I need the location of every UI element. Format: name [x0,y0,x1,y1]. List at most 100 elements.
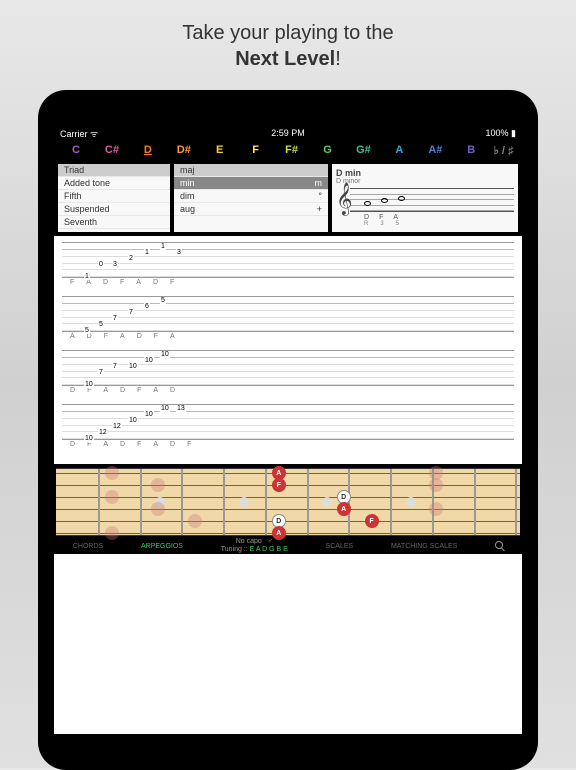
tab-block: 567755ADFADFA [62,296,514,340]
tab-staff: 10131010121210 [62,404,514,440]
ghost-note [151,478,165,492]
tablet-frame: Carrier ᯤ 2:59 PM 100% ▮ CC#DD#EFF#GG#AA… [38,90,538,770]
fret-note-A[interactable]: A [337,502,351,516]
chord-category-list[interactable]: TriadAdded toneFifthSuspendedSeventh [58,164,170,232]
category-fifth[interactable]: Fifth [58,190,170,203]
tab-fret-number: 1 [84,273,90,280]
tab-fret-number: 2 [128,255,134,262]
promo-headline: Take your playing to the Next Level! [0,0,576,72]
note-G[interactable]: G [310,144,346,156]
tab-fret-number: 3 [176,249,182,256]
note-Gsharp[interactable]: G# [346,144,382,156]
tab-fret-number: 5 [84,327,90,334]
tab-fret-number: 13 [176,405,186,412]
note-D[interactable]: D [130,144,166,156]
tab-matching-scales[interactable]: MATCHING SCALES [391,543,457,550]
chord-quality-list[interactable]: majminmdim°aug+ [174,164,328,232]
chord-degree: R [364,221,368,227]
tab-fret-number: 7 [98,369,104,376]
chord-fullname: D minor [336,178,514,185]
quality-min[interactable]: minm [174,177,328,190]
tab-block: 1010710710DFADFAD [62,350,514,394]
promo-line1: Take your playing to the [182,22,393,44]
fretboard-panel: ♪ ≡₃ ♭ 🔊 AFDAFDA [54,464,522,538]
fret-note-F[interactable]: F [272,478,286,492]
tab-scales[interactable]: SCALES [326,543,354,550]
quality-dim[interactable]: dim° [174,190,328,203]
fret-inlay [239,497,249,507]
accidental-toggle[interactable]: ♭ / ♯ [489,144,518,157]
tab-note-labels: FADFADF [62,279,514,286]
note-A[interactable]: A [381,144,417,156]
chord-degree: 3 [380,221,383,227]
note-C[interactable]: C [58,144,94,156]
status-time: 2:59 PM [271,128,305,138]
note-B[interactable]: B [453,144,489,156]
tab-fret-number: 10 [128,363,138,370]
quality-maj[interactable]: maj [174,164,328,177]
promo-punct: ! [335,48,341,70]
ghost-note [188,514,202,528]
note-F[interactable]: F [238,144,274,156]
battery-label: 100% ▮ [486,128,516,139]
ghost-note [105,526,119,540]
tab-fret-number: 10 [160,405,170,412]
note-Dsharp[interactable]: D# [166,144,202,156]
staff-note [398,196,405,201]
tab-fret-number: 10 [84,435,94,442]
tab-staff: 1132031 [62,242,514,278]
search-icon[interactable] [495,541,503,551]
tuning-display[interactable]: No capo ♂Tuning :: E A D G B E [221,538,288,553]
ghost-note [429,502,443,516]
category-seventh[interactable]: Seventh [58,216,170,229]
tab-fret-number: 10 [128,417,138,424]
note-Csharp[interactable]: C# [94,144,130,156]
chord-degree: 5 [396,221,399,227]
tab-fret-number: 12 [98,429,108,436]
selector-panels: TriadAdded toneFifthSuspendedSeventh maj… [54,160,522,236]
chord-tone: F [379,214,383,221]
tab-fret-number: 1 [144,249,150,256]
note-Fsharp[interactable]: F# [274,144,310,156]
carrier-label: Carrier ᯤ [60,127,98,140]
ghost-note [105,490,119,504]
staff-note [381,198,388,203]
tab-fret-number: 6 [144,303,150,310]
treble-clef-icon: 𝄞 [336,185,353,213]
tab-block: 1132031FADFADF [62,242,514,286]
app-screen: Carrier ᯤ 2:59 PM 100% ▮ CC#DD#EFF#GG#AA… [54,126,522,734]
bottom-tab-bar: CHORDS ARPEGGIOS No capo ♂Tuning :: E A D … [54,538,522,554]
tab-fret-number: 1 [160,243,166,250]
tab-fret-number: 7 [128,309,134,316]
note-selector-bar: CC#DD#EFF#GG#AA#B♭ / ♯ [54,140,522,160]
tab-arpeggios[interactable]: ARPEGGIOS [141,543,183,550]
category-triad[interactable]: Triad [58,164,170,177]
category-added-tone[interactable]: Added tone [58,177,170,190]
chord-name: D min [336,168,514,178]
fretboard-neck[interactable]: ♪ ≡₃ ♭ 🔊 AFDAFDA [56,468,520,536]
tab-fret-number: 10 [144,357,154,364]
staff-note [364,201,371,206]
tab-fret-number: 0 [98,261,104,268]
category-suspended[interactable]: Suspended [58,203,170,216]
tab-note-labels: ADFADFA [62,333,514,340]
note-Asharp[interactable]: A# [417,144,453,156]
status-bar: Carrier ᯤ 2:59 PM 100% ▮ [54,126,522,140]
fret-inlay [406,497,416,507]
note-E[interactable]: E [202,144,238,156]
chord-tone: D [364,214,369,221]
tab-fret-number: 12 [112,423,122,430]
fret-note-F[interactable]: F [365,514,379,528]
music-staff: 𝄞 [350,188,514,212]
ghost-note [429,478,443,492]
tab-note-labels: DFADFADF [62,441,514,448]
tablature-area: 1132031FADFADF567755ADFADFA1010710710DFA… [54,236,522,464]
tab-chords[interactable]: CHORDS [73,543,103,550]
fret-note-A[interactable]: A [272,526,286,540]
promo-line2: Next Level [235,48,335,70]
quality-aug[interactable]: aug+ [174,203,328,216]
chord-tone: A [393,214,398,221]
ghost-note [105,466,119,480]
tab-fret-number: 10 [84,381,94,388]
tab-fret-number: 5 [160,297,166,304]
